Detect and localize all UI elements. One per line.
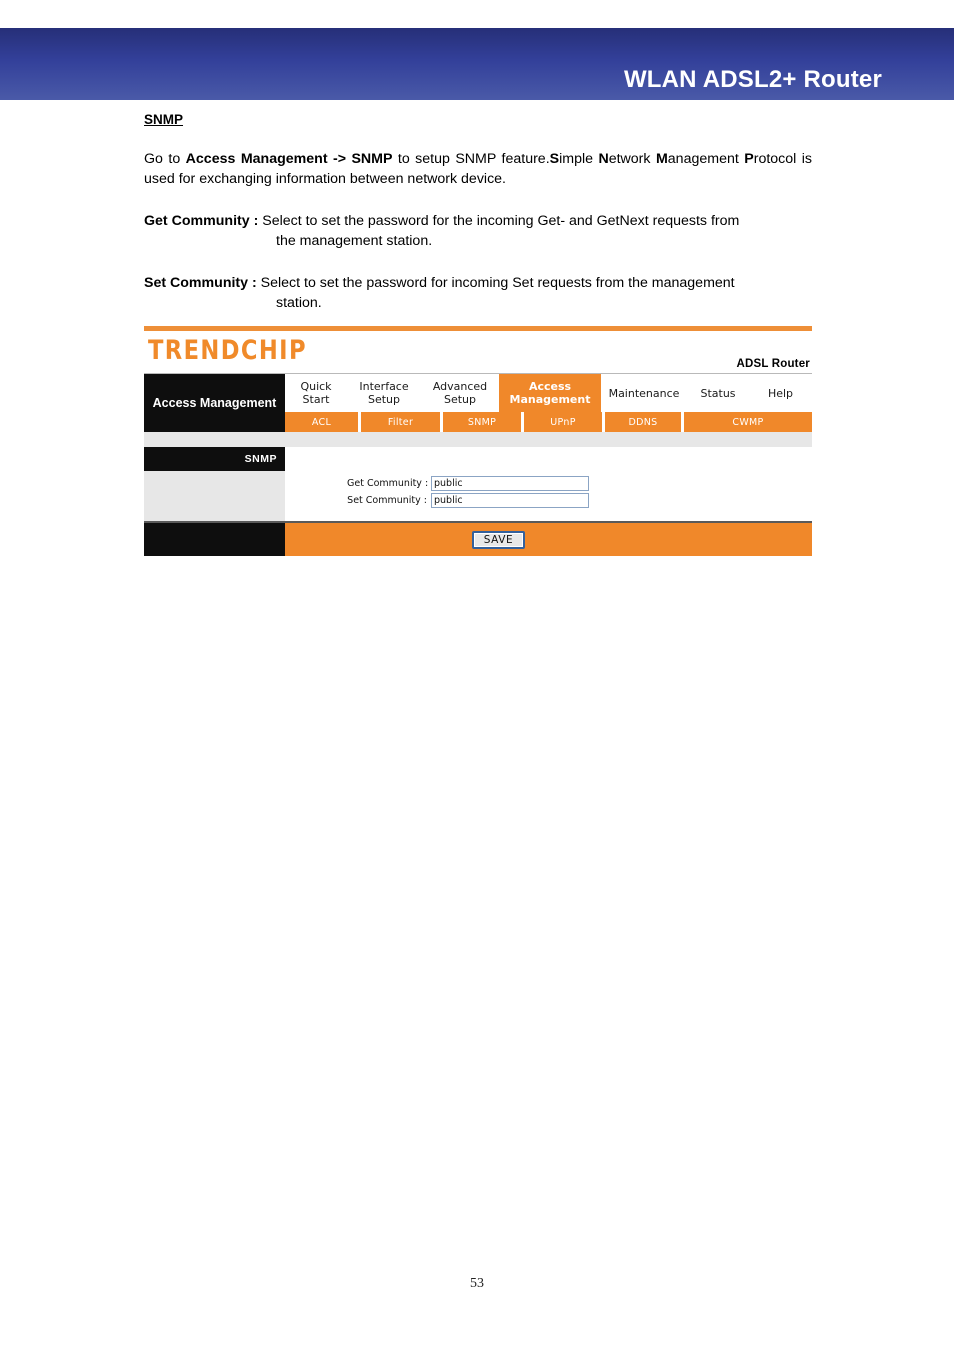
get-community-input[interactable]	[431, 476, 589, 491]
definition-text: Select to set the password for the incom…	[258, 213, 740, 229]
router-brand-row: TRENDCHIP ADSL Router	[144, 331, 812, 374]
nav-item-help[interactable]: Help	[749, 374, 812, 412]
page-number: 53	[470, 1276, 484, 1291]
router-ui-screenshot: TRENDCHIP ADSL Router Access Management …	[144, 326, 812, 556]
panel-right-column: Get Community : Set Community :	[285, 447, 812, 521]
subnav-item-cwmp[interactable]: CWMP	[684, 412, 812, 432]
intro-bold2: S	[549, 151, 560, 167]
intro-part1: Go to	[144, 151, 186, 167]
get-community-label: Get Community :	[347, 478, 429, 489]
save-button[interactable]: SAVE	[471, 530, 526, 549]
intro-part3: imple	[559, 151, 599, 167]
snmp-panel: SNMP Get Community : Set Community :	[144, 447, 812, 521]
spacer-band	[144, 432, 812, 447]
intro-bold4: M	[655, 151, 668, 167]
set-community-input[interactable]	[431, 493, 589, 508]
intro-bold1: Access Management -> SNMP	[185, 151, 393, 167]
panel-footer: SAVE	[144, 521, 812, 556]
footer-left-column	[144, 523, 285, 556]
intro-bold3: N	[598, 151, 609, 167]
definition-term: Get Community :	[144, 213, 259, 229]
intro-part2: to setup SNMP feature.	[392, 151, 550, 167]
panel-title: SNMP	[144, 447, 285, 471]
definition-get-community: Get Community : Select to set the passwo…	[144, 211, 812, 251]
current-section-label: Access Management	[144, 374, 285, 432]
nav-item-quick-start[interactable]: Quick Start	[285, 374, 347, 412]
definition-text: Select to set the password for incoming …	[256, 275, 735, 291]
section-heading: SNMP	[144, 112, 184, 127]
subnav-item-ddns[interactable]: DDNS	[605, 412, 684, 432]
nav-item-interface-setup[interactable]: Interface Setup	[347, 374, 421, 412]
page-title: WLAN ADSL2+ Router	[623, 66, 882, 93]
panel-left-column: SNMP	[144, 447, 285, 521]
set-community-row: Set Community :	[347, 492, 812, 509]
definition-continuation: station.	[276, 295, 322, 311]
set-community-label: Set Community :	[347, 495, 427, 506]
sub-nav-bar: ACL Filter SNMP UPnP DDNS CWMP	[285, 412, 812, 432]
intro-bold5: P	[744, 151, 754, 167]
definition-term: Set Community :	[144, 275, 257, 291]
router-nav: Access Management Quick Start Interface S…	[144, 374, 812, 432]
panel-left-fill	[144, 471, 285, 521]
nav-item-maintenance[interactable]: Maintenance	[601, 374, 687, 412]
nav-item-advanced-setup[interactable]: Advanced Setup	[421, 374, 499, 412]
definition-continuation: the management station.	[276, 233, 433, 249]
device-label: ADSL Router	[736, 358, 810, 370]
definition-set-community: Set Community : Select to set the passwo…	[144, 273, 812, 313]
footer-right-column: SAVE	[285, 523, 812, 556]
get-community-row: Get Community :	[347, 475, 812, 492]
subnav-item-upnp[interactable]: UPnP	[524, 412, 605, 432]
intro-paragraph: Go to Access Management -> SNMP to setup…	[144, 149, 812, 189]
page-banner: WLAN ADSL2+ Router	[0, 28, 954, 100]
nav-item-access-management[interactable]: Access Management	[499, 374, 601, 412]
subnav-item-filter[interactable]: Filter	[361, 412, 443, 432]
snmp-form: Get Community : Set Community :	[285, 447, 812, 509]
nav-right-column: Quick Start Interface Setup Advanced Setup…	[285, 374, 812, 432]
intro-part4: etwork	[608, 151, 656, 167]
subnav-item-snmp[interactable]: SNMP	[443, 412, 524, 432]
document-body: SNMP Go to Access Management -> SNMP to …	[144, 112, 812, 335]
intro-part5: anagement	[667, 151, 745, 167]
main-nav-bar: Quick Start Interface Setup Advanced Setup…	[285, 374, 812, 412]
nav-item-status[interactable]: Status	[687, 374, 749, 412]
subnav-item-acl[interactable]: ACL	[285, 412, 361, 432]
trendchip-logo: TRENDCHIP	[148, 335, 307, 366]
